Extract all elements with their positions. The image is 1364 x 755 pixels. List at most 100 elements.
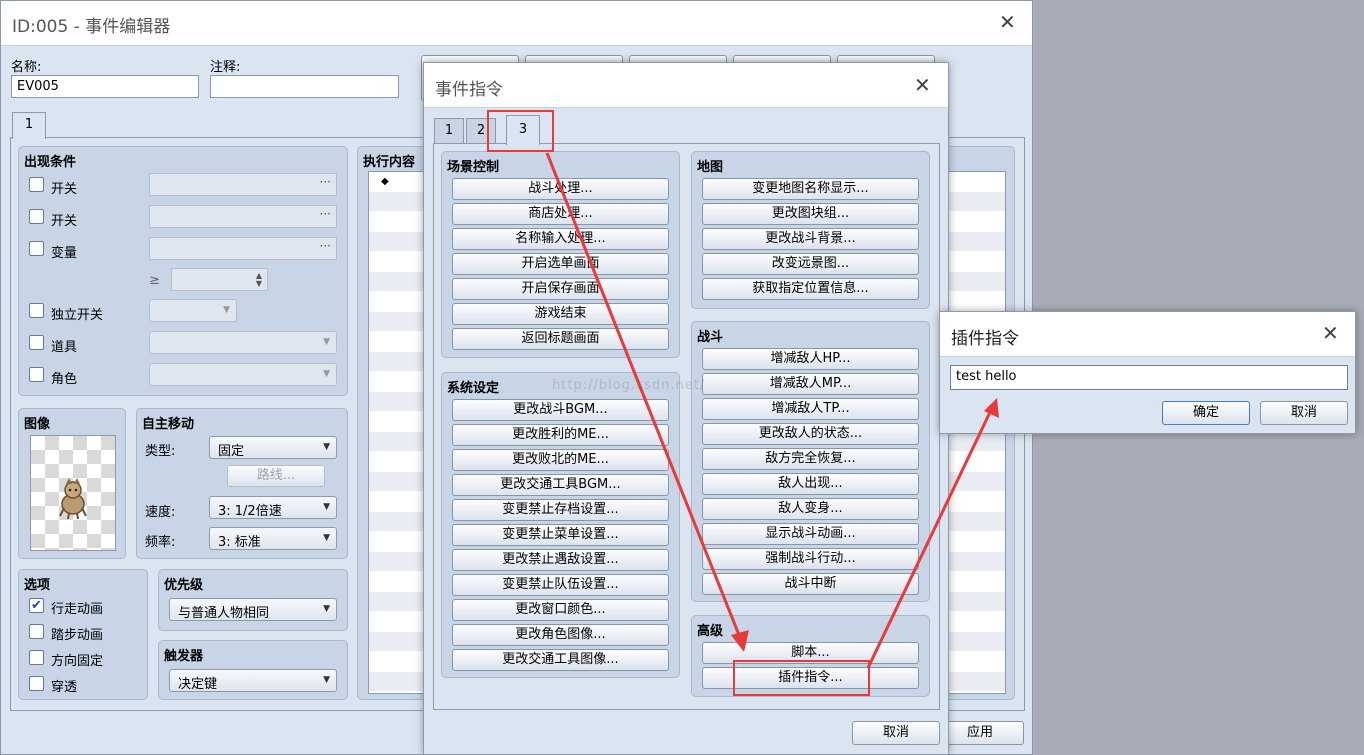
system-command-button[interactable]: 更改战斗BGM... [452,399,669,421]
plugin-ok-button[interactable]: 确定 [1162,401,1250,425]
walk-anim-checkbox[interactable]: ✔ [29,598,44,613]
move-speed-select[interactable]: 3: 1/2倍速 ▼ [209,496,337,519]
variable-value-stepper[interactable]: ▲ ▼ [171,268,268,291]
map-command-button[interactable]: 改变远景图... [702,253,919,275]
chevron-down-icon: ▼ [323,533,330,543]
system-command-button[interactable]: 更改交通工具图像... [452,649,669,671]
tab-commands-1[interactable]: 1 [434,118,464,144]
name-input[interactable]: EV005 [11,75,199,98]
switch2-field[interactable]: ··· [149,205,337,228]
through-label: 穿透 [51,680,78,695]
apply-button[interactable]: 应用 [936,721,1024,745]
tab-page-1[interactable]: 1 [12,112,46,139]
switch2-checkbox[interactable] [29,209,44,224]
system-command-button[interactable]: 更改胜利的ME... [452,424,669,446]
system-command-button[interactable]: 变更禁止队伍设置... [452,574,669,596]
chevron-down-icon: ▼ [323,675,330,685]
chevron-down-icon: ▼ [323,369,330,379]
scene-control-group: 场景控制 战斗处理... 商店处理... 名称输入处理... 开启选单画面 开启保存画面… [441,151,680,358]
move-freq-select[interactable]: 3: 标准 ▼ [209,527,337,550]
system-command-button[interactable]: 更改败北的ME... [452,449,669,471]
priority-value: 与普通人物相同 [178,606,270,621]
move-route-button[interactable]: 路线... [227,465,325,487]
move-type-value: 固定 [218,444,245,459]
dir-fix-checkbox[interactable] [29,650,44,665]
scene-command-button[interactable]: 名称输入处理... [452,228,669,250]
battle-command-button[interactable]: 增减敌人TP... [702,398,919,420]
step-anim-label: 踏步动画 [51,628,104,643]
system-command-button[interactable]: 更改交通工具BGM... [452,474,669,496]
system-command-button[interactable]: 更改禁止遇敌设置... [452,549,669,571]
battle-command-button[interactable]: 更改敌人的状态... [702,423,919,445]
variable-label: 变量 [51,246,78,261]
through-checkbox[interactable] [29,676,44,691]
scene-command-button[interactable]: 游戏结束 [452,303,669,325]
image-title: 图像 [24,417,51,432]
battle-command-button[interactable]: 敌人变身... [702,498,919,520]
chevron-down-icon: ▼ [323,502,330,512]
move-freq-label: 频率: [145,535,176,550]
map-command-button[interactable]: 更改战斗背景... [702,228,919,250]
dir-fix-label: 方向固定 [51,654,104,669]
battle-command-button[interactable]: 增减敌人HP... [702,348,919,370]
map-group: 地图 变更地图名称显示... 更改图块组... 更改战斗背景... 改变远景图... 获… [691,151,930,309]
sprite-icon [59,478,87,520]
scene-command-button[interactable]: 开启保存画面 [452,278,669,300]
scene-command-button[interactable]: 商店处理... [452,203,669,225]
scene-command-button[interactable]: 返回标题画面 [452,328,669,350]
priority-group: 优先级 与普通人物相同 ▼ [158,569,348,631]
switch1-field[interactable]: ··· [149,173,337,196]
close-icon[interactable]: ✕ [1322,321,1339,345]
actor-checkbox[interactable] [29,367,44,382]
battle-command-button[interactable]: 敌方完全恢复... [702,448,919,470]
trigger-select[interactable]: 决定键 ▼ [169,669,337,692]
trigger-group: 触发器 决定键 ▼ [158,640,348,700]
system-command-button[interactable]: 变更禁止存档设置... [452,499,669,521]
switch1-checkbox[interactable] [29,177,44,192]
switch1-label: 开关 [51,182,78,197]
close-icon[interactable]: ✕ [999,10,1016,34]
system-command-button[interactable]: 更改窗口颜色... [452,599,669,621]
move-type-select[interactable]: 固定 ▼ [209,436,337,459]
variable-field[interactable]: ··· [149,237,337,260]
note-input[interactable] [210,75,399,98]
battle-command-button[interactable]: 战斗中断 [702,573,919,595]
battle-command-button[interactable]: 显示战斗动画... [702,523,919,545]
scene-command-button[interactable]: 开启选单画面 [452,253,669,275]
actor-select[interactable]: ▼ [149,363,337,386]
plugin-command-input[interactable]: test hello [950,365,1348,390]
map-command-button[interactable]: 获取指定位置信息... [702,278,919,300]
close-icon[interactable]: ✕ [914,73,931,97]
options-group: 选项 ✔ 行走动画 踏步动画 方向固定 穿透 [18,569,148,700]
plugin-titlebar: 插件指令 ✕ [940,312,1355,357]
event-image-preview[interactable] [30,435,116,551]
tab-commands-3[interactable]: 3 [506,115,540,145]
command-marker: ◆ [381,176,389,187]
system-command-button[interactable]: 更改角色图像... [452,624,669,646]
system-command-button[interactable]: 变更禁止菜单设置... [452,524,669,546]
chevron-down-icon: ▼ [323,442,330,452]
self-switch-select[interactable]: ▼ [149,299,237,322]
priority-select[interactable]: 与普通人物相同 ▼ [169,598,337,621]
map-command-button[interactable]: 变更地图名称显示... [702,178,919,200]
map-command-button[interactable]: 更改图块组... [702,203,919,225]
plugin-command-window: 插件指令 ✕ test hello 确定 取消 [939,311,1356,434]
image-group: 图像 [18,408,126,559]
walk-anim-label: 行走动画 [51,602,104,617]
battle-command-button[interactable]: 强制战斗行动... [702,548,919,570]
commands-titlebar: 事件指令 ✕ [424,63,948,108]
system-settings-group: 系统设定 更改战斗BGM... 更改胜利的ME... 更改败北的ME... 更改交通工… [441,372,680,678]
item-checkbox[interactable] [29,335,44,350]
battle-command-button[interactable]: 增减敌人MP... [702,373,919,395]
chevron-down-icon: ▼ [323,604,330,614]
battle-command-button[interactable]: 敌人出现... [702,473,919,495]
commands-cancel-button[interactable]: 取消 [852,721,940,745]
scene-command-button[interactable]: 战斗处理... [452,178,669,200]
step-anim-checkbox[interactable] [29,624,44,639]
variable-checkbox[interactable] [29,241,44,256]
event-editor-titlebar: ID:005 - 事件编辑器 ✕ [1,1,1032,46]
self-switch-checkbox[interactable] [29,303,44,318]
item-select[interactable]: ▼ [149,331,337,354]
move-speed-label: 速度: [145,505,176,520]
plugin-cancel-button[interactable]: 取消 [1260,401,1348,425]
